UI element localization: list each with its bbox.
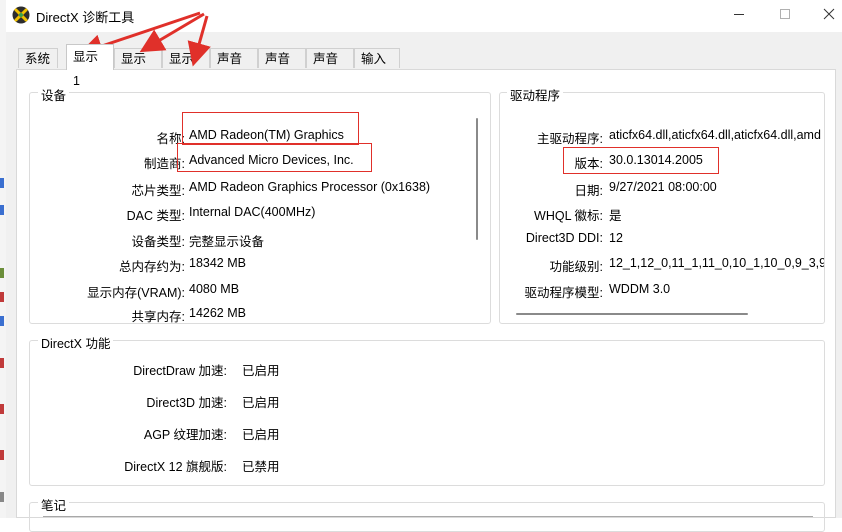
- directdraw-accel-label: DirectDraw 加速:: [133, 364, 227, 378]
- shared-memory-label: 共享内存:: [131, 310, 185, 324]
- main-driver-label: 主驱动程序:: [537, 132, 603, 146]
- device-group-title: 设备: [38, 85, 70, 104]
- chip-type-value[interactable]: AMD Radeon Graphics Processor (0x1638): [189, 180, 430, 194]
- device-type-label: 设备类型:: [131, 235, 185, 249]
- directdraw-accel-value: 已启用: [242, 364, 280, 378]
- main-driver-value[interactable]: aticfx64.dll,aticfx64.dll,aticfx64.dll,a…: [609, 128, 824, 142]
- directx-diagnostic-window: DirectX 诊断工具 系统 显示 1 显示 2 显示 3 声音 1 声音 2…: [6, 0, 842, 532]
- dac-type-label: DAC 类型:: [126, 209, 185, 223]
- background-mark: [0, 316, 4, 326]
- direct3d-ddi-value[interactable]: 12: [609, 231, 623, 245]
- direct3d-accel-label: Direct3D 加速:: [146, 396, 227, 410]
- annotation-box-name: [182, 112, 359, 145]
- directx-features-title: DirectX 功能: [38, 333, 114, 352]
- background-mark: [0, 178, 4, 188]
- vram-value[interactable]: 4080 MB: [189, 282, 239, 296]
- agp-texture-accel-value: 已启用: [242, 428, 280, 442]
- date-label: 日期:: [574, 184, 603, 198]
- direct3d-accel-value: 已启用: [242, 396, 280, 410]
- background-mark: [0, 492, 4, 502]
- notes-group-title: 笔记: [38, 495, 70, 514]
- directx12-ultimate-label: DirectX 12 旗舰版:: [124, 460, 227, 474]
- device-scrollbar[interactable]: [476, 118, 478, 240]
- device-type-value[interactable]: 完整显示设备: [189, 231, 264, 250]
- annotation-box-manufacturer: [177, 143, 372, 172]
- directx12-ultimate-value: 已禁用: [242, 460, 280, 474]
- arrow-to-display-3: [187, 15, 211, 67]
- direct3d-ddi-label: Direct3D DDI:: [525, 231, 603, 245]
- agp-texture-accel-label: AGP 纹理加速:: [143, 428, 227, 442]
- date-value[interactable]: 9/27/2021 08:00:00: [609, 180, 717, 194]
- total-memory-value[interactable]: 18342 MB: [189, 256, 246, 270]
- whql-logo-value[interactable]: 是: [609, 205, 622, 224]
- driver-group-title: 驱动程序: [507, 85, 564, 104]
- feature-levels-label: 功能级别:: [549, 260, 603, 274]
- vram-label: 显示内存(VRAM):: [87, 286, 185, 300]
- arrow-to-display-2: [139, 12, 205, 53]
- background-mark: [0, 450, 4, 460]
- shared-memory-value[interactable]: 14262 MB: [189, 306, 246, 320]
- background-mark: [0, 358, 4, 368]
- whql-logo-label: WHQL 徽标:: [534, 209, 603, 223]
- dac-type-value[interactable]: Internal DAC(400MHz): [189, 205, 315, 219]
- background-mark: [0, 205, 4, 215]
- driver-model-label: 驱动程序模型:: [524, 286, 603, 300]
- annotation-arrows: [78, 11, 211, 67]
- chip-type-label: 芯片类型:: [131, 184, 185, 198]
- total-memory-label: 总内存约为:: [119, 260, 185, 274]
- display-tab-page: 设备 名称: AMD Radeon(TM) Graphics 制造商: Adva…: [16, 69, 836, 532]
- annotation-box-version: [563, 147, 719, 174]
- background-mark: [0, 292, 4, 302]
- tab-display-1[interactable]: 显示 1: [66, 44, 114, 88]
- driver-horizontal-scrollbar[interactable]: [516, 313, 748, 315]
- feature-levels-value[interactable]: 12_1,12_0,11_1,11_0,10_1,10_0,9_3,9_2: [609, 256, 824, 270]
- background-mark: [0, 404, 4, 414]
- background-mark: [0, 268, 4, 278]
- driver-model-value[interactable]: WDDM 3.0: [609, 282, 670, 296]
- notes-text-area[interactable]: [43, 516, 813, 520]
